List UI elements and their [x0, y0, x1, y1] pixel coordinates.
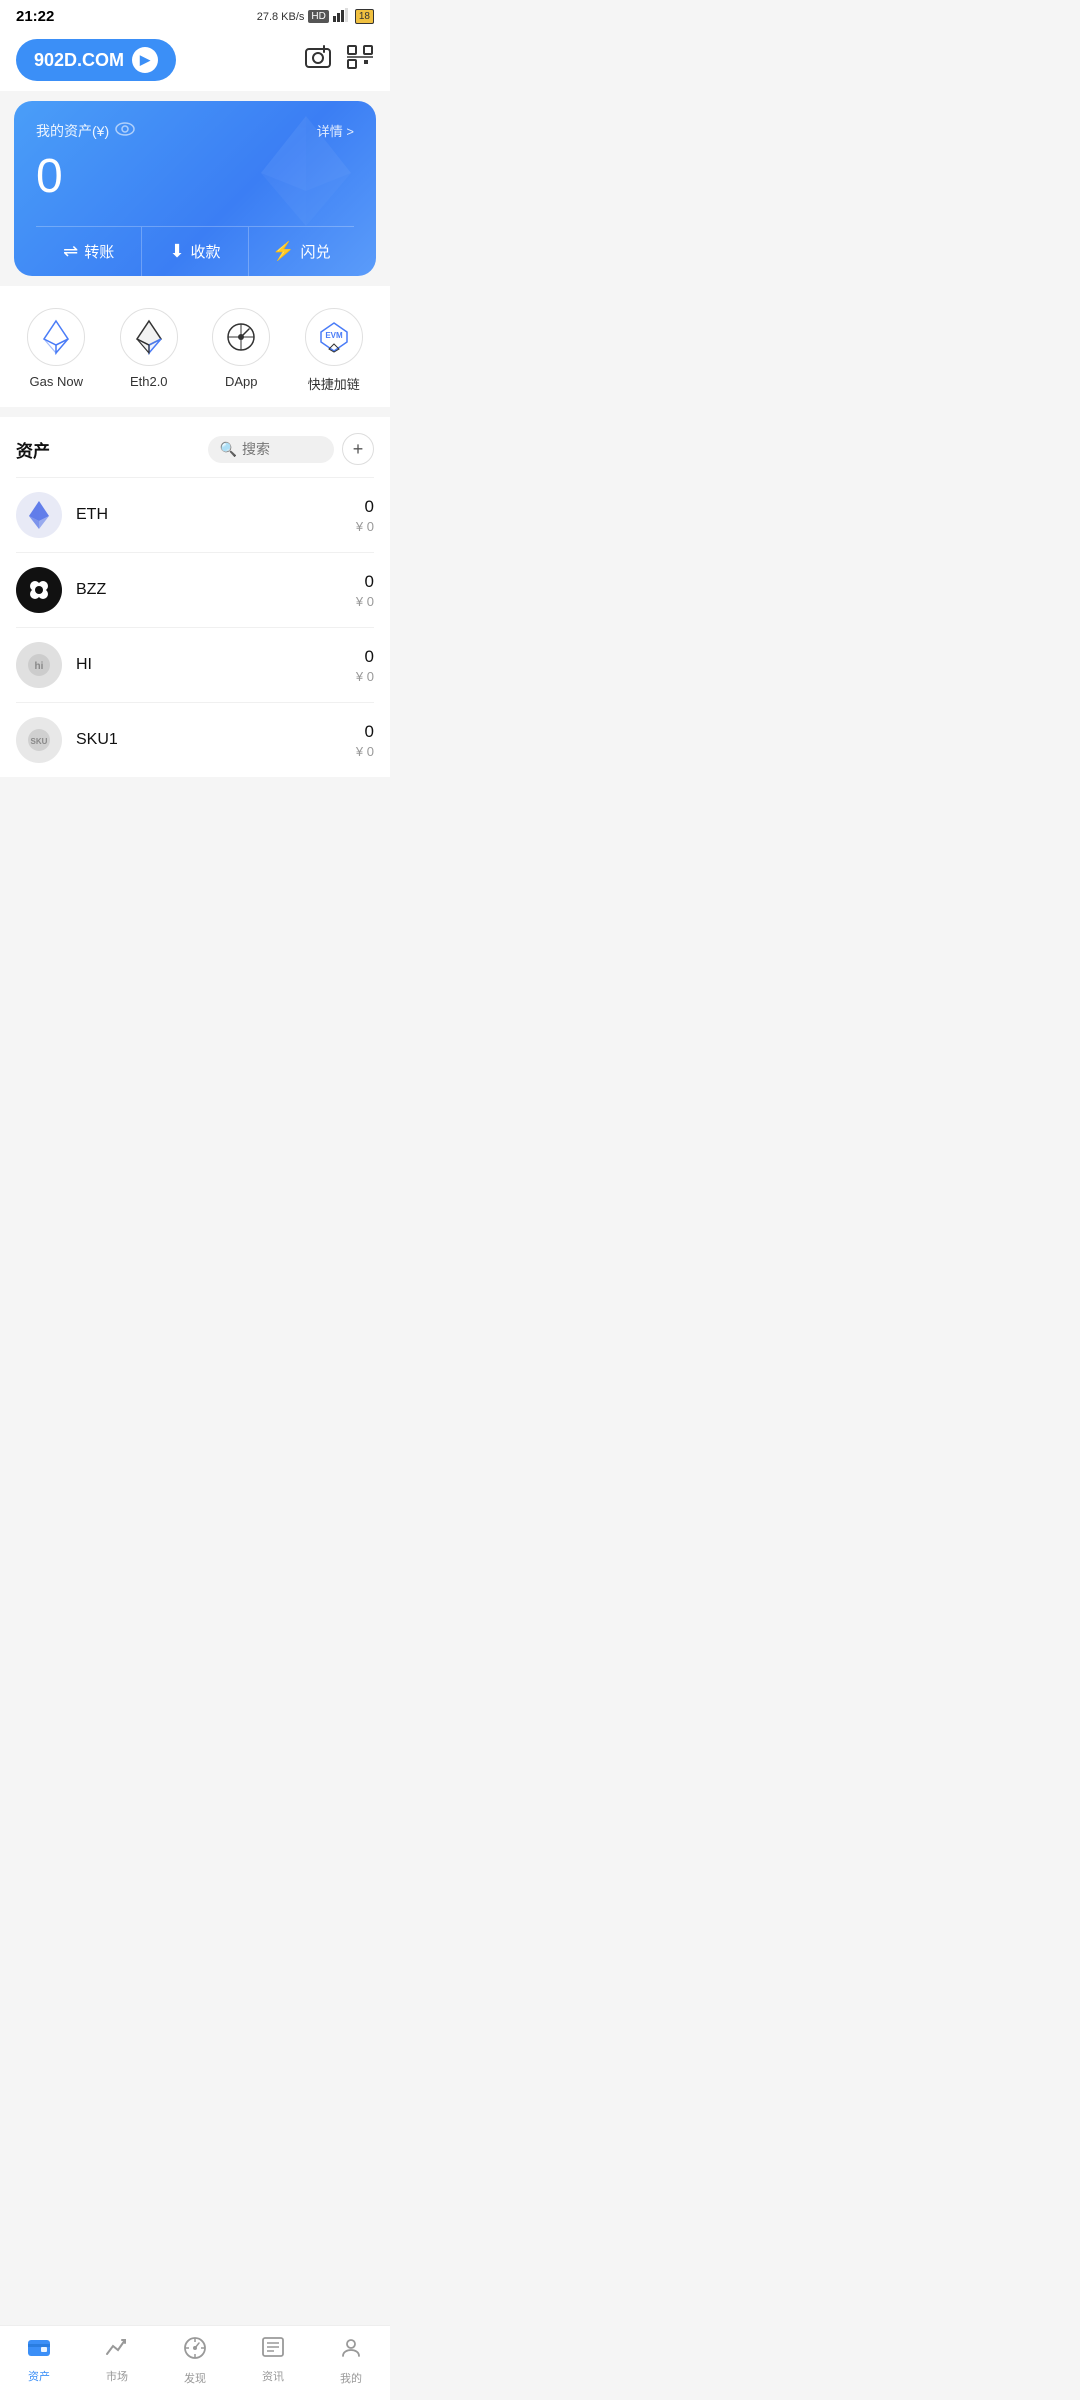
nav-item-news[interactable]: 资讯 [261, 2336, 285, 2386]
nav-item-discover[interactable]: 发现 [183, 2336, 207, 2386]
nav-assets-label: 资产 [28, 2368, 50, 2384]
arrow-icon: ▶ [132, 47, 158, 73]
asset-actions: ⇌ 转账 ⬇ 收款 ⚡ 闪兑 [36, 226, 354, 276]
assets-header-right: 🔍 + [208, 433, 374, 465]
search-bar[interactable]: 🔍 [208, 436, 334, 463]
hi-amount-cny: ¥ 0 [356, 669, 374, 684]
bottom-nav: 资产 市场 发现 [0, 2325, 390, 2400]
transfer-button[interactable]: ⇌ 转账 [36, 227, 142, 276]
eth-amount-top: 0 [356, 497, 374, 517]
quick-item-eth2[interactable]: Eth2.0 [120, 308, 178, 393]
nav-item-profile[interactable]: 我的 [339, 2336, 363, 2386]
asset-item-hi[interactable]: hi HI 0 ¥ 0 [16, 627, 374, 702]
asset-label-text: 我的资产(¥) [36, 121, 109, 141]
flash-icon: ⚡ [272, 241, 294, 262]
sku1-amount: 0 ¥ 0 [356, 722, 374, 759]
nav-item-assets[interactable]: 资产 [27, 2336, 51, 2386]
network-speed: 27.8 KB/s [257, 11, 305, 23]
hi-amount-top: 0 [356, 647, 374, 667]
camera-add-icon[interactable] [304, 44, 332, 77]
asset-label: 我的资产(¥) [36, 121, 135, 141]
svg-text:hi: hi [35, 661, 44, 672]
search-input[interactable] [242, 441, 322, 457]
receive-icon: ⬇ [169, 241, 184, 262]
gas-now-label: Gas Now [30, 374, 83, 389]
evm-icon-circle: EVM [305, 308, 363, 366]
sku1-amount-cny: ¥ 0 [356, 744, 374, 759]
scan-icon[interactable] [346, 44, 374, 77]
sku1-amount-top: 0 [356, 722, 374, 742]
status-bar: 21:22 27.8 KB/s HD 18 [0, 0, 390, 29]
svg-text:EVM: EVM [325, 331, 343, 340]
eth-amount: 0 ¥ 0 [356, 497, 374, 534]
bzz-amount-top: 0 [356, 572, 374, 592]
eth2-label: Eth2.0 [130, 374, 168, 389]
asset-item-eth[interactable]: ETH 0 ¥ 0 [16, 477, 374, 552]
flash-label: 闪兑 [301, 241, 331, 262]
bzz-symbol: BZZ [76, 581, 356, 599]
transfer-icon: ⇌ [63, 241, 78, 262]
nav-profile-label: 我的 [340, 2370, 362, 2386]
status-time: 21:22 [16, 8, 54, 25]
evm-label: 快捷加链 [308, 374, 360, 393]
header: 902D.COM ▶ [0, 29, 390, 91]
hi-coin-icon: hi [16, 642, 62, 688]
quick-item-gas-now[interactable]: Gas Now [27, 308, 85, 393]
eth2-icon-circle [120, 308, 178, 366]
asset-card: 我的资产(¥) 详情 > 0 ⇌ 转账 ⬇ 收款 [14, 101, 376, 276]
nav-news-label: 资讯 [262, 2368, 284, 2384]
wallet-icon [27, 2336, 51, 2364]
gas-now-icon-circle [27, 308, 85, 366]
eth-amount-cny: ¥ 0 [356, 519, 374, 534]
assets-title: 资产 [16, 437, 50, 462]
bzz-amount-cny: ¥ 0 [356, 594, 374, 609]
asset-item-bzz[interactable]: BZZ 0 ¥ 0 [16, 552, 374, 627]
quick-item-evm[interactable]: EVM 快捷加链 [305, 308, 363, 393]
nav-market-label: 市场 [106, 2368, 128, 2384]
nav-item-market[interactable]: 市场 [105, 2336, 129, 2386]
header-icon-group [304, 44, 374, 77]
flash-exchange-button[interactable]: ⚡ 闪兑 [249, 227, 354, 276]
hi-symbol: HI [76, 656, 356, 674]
svg-text:SKU: SKU [31, 737, 48, 746]
hi-amount: 0 ¥ 0 [356, 647, 374, 684]
news-icon [261, 2336, 285, 2364]
chart-icon [105, 2336, 129, 2364]
compass-icon [183, 2336, 207, 2366]
sku1-symbol: SKU1 [76, 731, 356, 749]
bzz-coin-icon [16, 567, 62, 613]
sku1-coin-icon: SKU [16, 717, 62, 763]
eye-icon[interactable] [115, 122, 135, 141]
bzz-amount: 0 ¥ 0 [356, 572, 374, 609]
add-asset-button[interactable]: + [342, 433, 374, 465]
asset-item-sku1[interactable]: SKU SKU1 0 ¥ 0 [16, 702, 374, 777]
assets-section: 资产 🔍 + ETH 0 ¥ 0 [0, 417, 390, 777]
eth-coin-icon [16, 492, 62, 538]
signal-icon [333, 8, 351, 25]
nav-discover-label: 发现 [184, 2370, 206, 2386]
eth-watermark [256, 111, 356, 221]
dapp-icon-circle [212, 308, 270, 366]
quick-item-dapp[interactable]: DApp [212, 308, 270, 393]
logo-button[interactable]: 902D.COM ▶ [16, 39, 176, 81]
logo-text: 902D.COM [34, 50, 124, 71]
receive-button[interactable]: ⬇ 收款 [142, 227, 248, 276]
user-icon [339, 2336, 363, 2366]
dapp-label: DApp [225, 374, 258, 389]
status-icons: 27.8 KB/s HD 18 [257, 8, 374, 25]
assets-header: 资产 🔍 + [16, 417, 374, 477]
battery-icon: 18 [355, 9, 374, 24]
transfer-label: 转账 [84, 241, 114, 262]
receive-label: 收款 [191, 241, 221, 262]
hd-badge: HD [308, 10, 328, 23]
search-icon: 🔍 [220, 441, 237, 458]
eth-symbol: ETH [76, 506, 356, 524]
quick-menu: Gas Now Eth2.0 DApp EV [0, 286, 390, 407]
